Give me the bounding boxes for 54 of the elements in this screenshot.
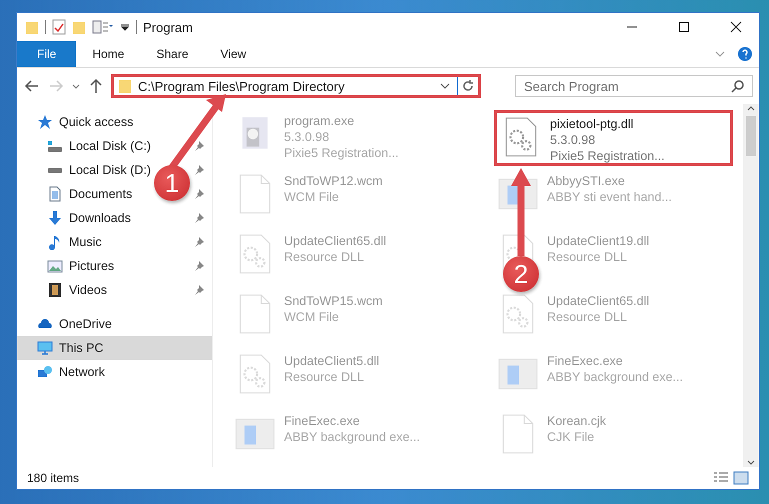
scroll-up-icon[interactable]: [746, 104, 756, 112]
document-icon: [47, 186, 63, 202]
close-icon: [730, 21, 742, 33]
sidebar-item[interactable]: OneDrive: [17, 312, 212, 336]
scrollbar[interactable]: [743, 104, 759, 467]
file-detail: Pixie5 Registration...: [550, 148, 665, 164]
file-detail: 5.3.0.98: [284, 129, 330, 145]
drive-icon: [47, 166, 63, 174]
sidebar-item[interactable]: Pictures: [69, 259, 114, 273]
checklist-icon[interactable]: [52, 19, 66, 35]
ribbon-tab[interactable]: Share: [140, 41, 204, 67]
down-arrow-icon: [47, 210, 63, 226]
ribbon-tab[interactable]: View: [204, 41, 262, 67]
drive-icon: [47, 138, 63, 154]
picture-icon: [47, 258, 63, 274]
film-icon: [47, 282, 63, 298]
file-detail: WCM File: [284, 309, 340, 325]
scroll-thumb[interactable]: [746, 116, 756, 156]
file-detail: ABBY sti event hand...: [547, 189, 672, 205]
sidebar-item[interactable]: Quick access: [17, 110, 212, 134]
file-detail: Pixie5 Registration...: [284, 145, 399, 161]
scroll-down-icon[interactable]: [746, 459, 756, 467]
ribbon-tab[interactable]: File: [17, 41, 76, 67]
network-icon: [37, 364, 53, 380]
sidebar-item[interactable]: Music: [69, 235, 102, 249]
file-detail: WCM File: [284, 189, 340, 205]
sidebar-item[interactable]: Downloads: [69, 211, 131, 225]
sidebar-item[interactable]: Documents: [69, 187, 132, 201]
properties-icon[interactable]: [92, 19, 114, 35]
file-detail: Resource DLL: [284, 369, 365, 385]
sidebar-item[interactable]: Network: [17, 360, 212, 384]
item-count: 180 items: [27, 471, 80, 485]
monitor-icon: [37, 340, 53, 356]
sidebar-item[interactable]: Local Disk (D:): [69, 163, 151, 177]
large-icons-view-icon[interactable]: [733, 471, 749, 485]
file-detail: CJK File: [547, 429, 596, 445]
maximize-icon: [678, 21, 690, 33]
sidebar-item[interactable]: Local Disk (C:): [69, 139, 151, 153]
search-field[interactable]: Search Program: [515, 75, 753, 97]
file-detail: ABBY background exe...: [284, 429, 420, 445]
sidebar-item[interactable]: Videos: [69, 283, 107, 297]
file-detail: Resource DLL: [547, 249, 628, 265]
folder-icon: [25, 19, 39, 35]
star-icon: [37, 114, 53, 130]
window-title: Program: [143, 20, 193, 34]
search-icon[interactable]: [731, 79, 745, 93]
file-detail: Resource DLL: [284, 249, 365, 265]
file-detail: Resource DLL: [547, 309, 628, 325]
file-detail: ABBY background exe...: [547, 369, 683, 385]
file-detail: 5.3.0.98: [550, 132, 596, 148]
ribbon-tab[interactable]: Home: [76, 41, 140, 67]
sidebar-item[interactable]: This PC: [17, 336, 212, 360]
address-bar[interactable]: C:\Program Files\Program Directory: [111, 74, 481, 98]
file-name[interactable]: pixietool-ptg.dll: [550, 116, 665, 132]
